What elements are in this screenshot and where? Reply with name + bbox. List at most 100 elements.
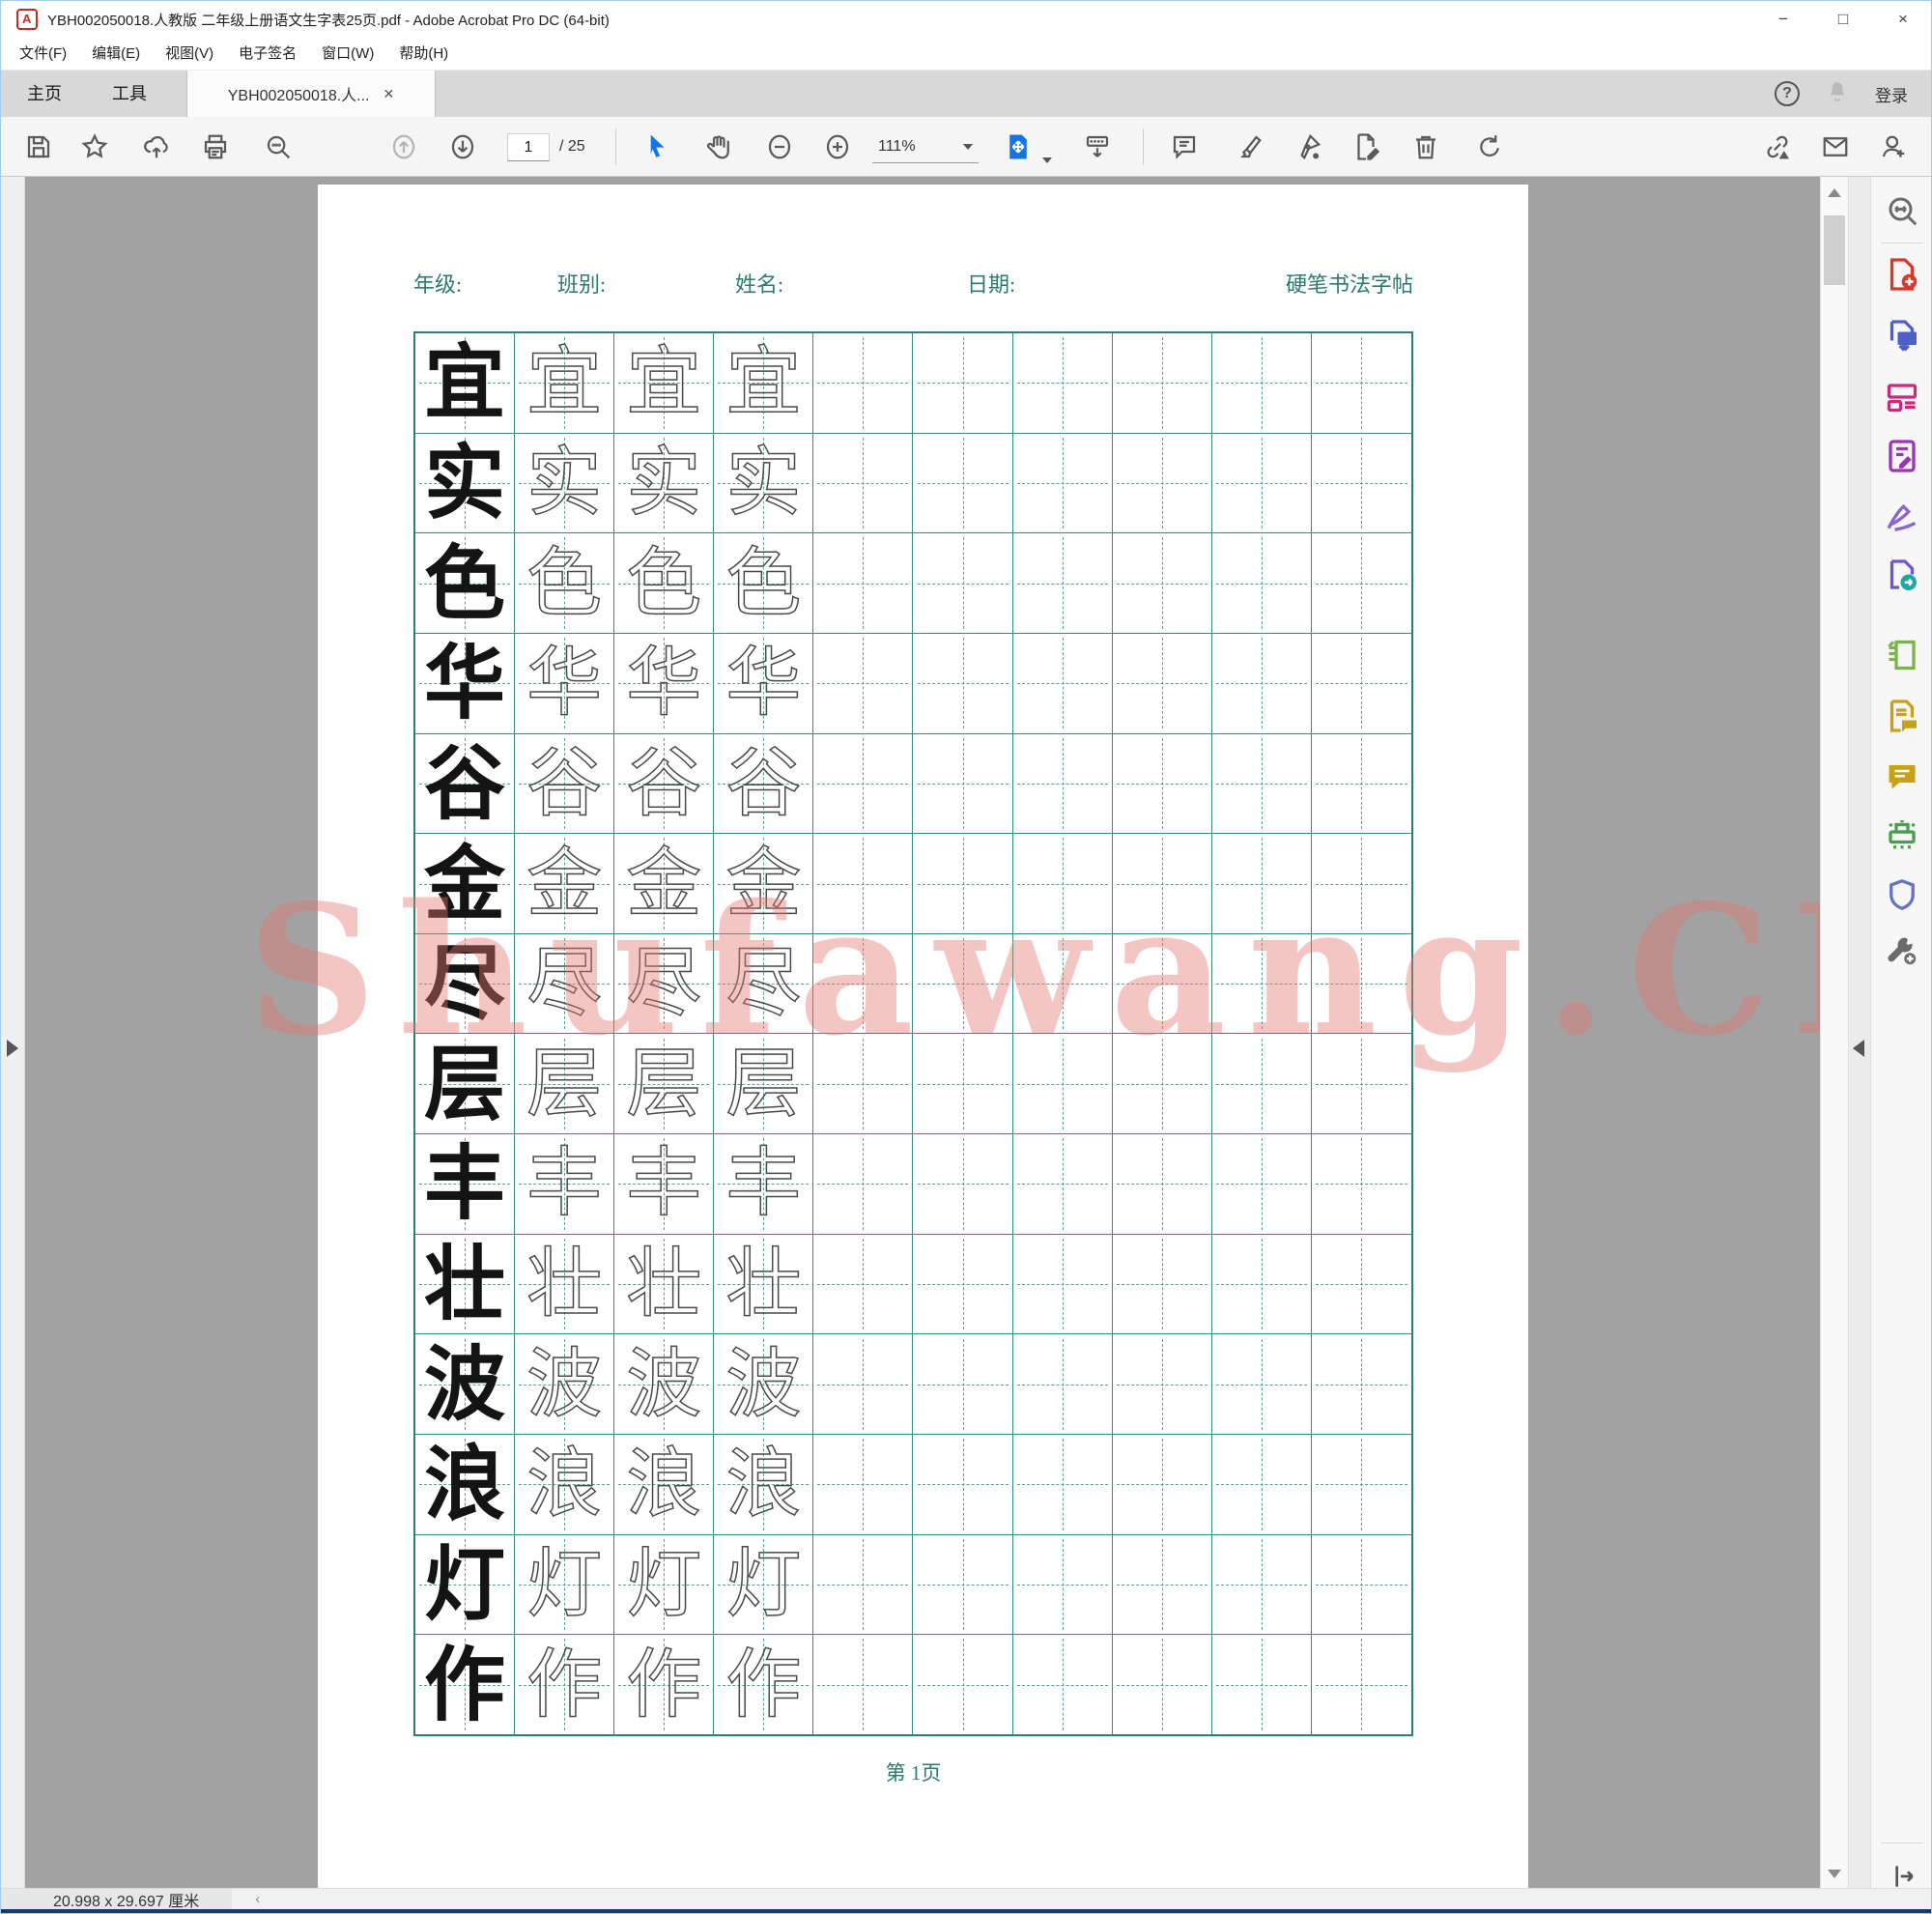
- page-number-input[interactable]: [507, 133, 550, 161]
- menu-item-1[interactable]: 编辑(E): [79, 38, 153, 71]
- menu-item-5[interactable]: 帮助(H): [386, 38, 461, 71]
- grid-cell: [1113, 834, 1212, 934]
- grid-cell: [1312, 1134, 1411, 1235]
- grid-cell: 尽: [614, 934, 714, 1035]
- open-right-panel-icon[interactable]: [1853, 1040, 1864, 1057]
- close-tab-icon[interactable]: ✕: [384, 86, 395, 102]
- scrollbar-thumb[interactable]: [1824, 215, 1845, 285]
- toolbar-menu-icon[interactable]: [1083, 132, 1112, 161]
- document-area: 年级: 班别: 姓名: 日期: 硬笔书法字帖 宜宜宜宜实实实实色色色色华华华华谷…: [1, 177, 1932, 1888]
- notifications-bell-icon[interactable]: [1825, 79, 1850, 109]
- trace-character: 作: [626, 1647, 701, 1723]
- grid-cell: 华: [614, 634, 714, 734]
- model-character: 作: [424, 1644, 505, 1726]
- trace-character: 壮: [526, 1246, 602, 1322]
- add-person-icon[interactable]: [1879, 132, 1908, 161]
- tab-home[interactable]: 主页: [9, 71, 80, 117]
- document-viewport: 年级: 班别: 姓名: 日期: 硬笔书法字帖 宜宜宜宜实实实实色色色色华华华华谷…: [25, 177, 1820, 1888]
- grid-cell: [1212, 1034, 1312, 1134]
- sidebar-tool-search-tool-icon[interactable]: [1885, 193, 1919, 228]
- edit-page-icon[interactable]: [1351, 132, 1380, 161]
- grid-cell: 色: [515, 533, 614, 634]
- zoom-level-select[interactable]: 111%: [872, 130, 979, 163]
- menu-item-4[interactable]: 窗口(W): [309, 38, 386, 71]
- scroll-down-icon[interactable]: [1828, 1870, 1841, 1878]
- grid-cell: [1113, 934, 1212, 1035]
- sidebar-tool-print-production-icon[interactable]: [1885, 817, 1919, 852]
- grid-cell: 浪: [614, 1435, 714, 1535]
- print-icon[interactable]: [201, 132, 230, 161]
- sidebar-tool-scan-ocr-icon[interactable]: [1885, 638, 1919, 672]
- select-cursor-icon[interactable]: [642, 132, 671, 161]
- sidebar-tool-request-signatures-icon[interactable]: [1885, 699, 1919, 733]
- sidebar-tool-comments-icon[interactable]: [1885, 759, 1919, 794]
- grid-cell: 壮: [614, 1235, 714, 1335]
- zoom-out-icon[interactable]: [765, 132, 794, 161]
- email-icon[interactable]: [1821, 132, 1850, 161]
- menu-item-0[interactable]: 文件(F): [7, 38, 79, 71]
- search-zoom-icon[interactable]: [264, 132, 293, 161]
- sidebar-tool-more-tools-icon[interactable]: [1885, 933, 1919, 968]
- grid-cell: [1312, 1334, 1411, 1435]
- page-up-icon[interactable]: [389, 132, 418, 161]
- sign-in-button[interactable]: 登录: [1875, 82, 1908, 106]
- hand-tool-icon[interactable]: [704, 132, 733, 161]
- grid-cell: [1113, 1034, 1212, 1134]
- sidebar-tool-organize-pages-icon[interactable]: [1885, 380, 1919, 414]
- sidebar-tool-share-pdf-icon[interactable]: [1885, 558, 1919, 593]
- trace-character: 灯: [626, 1547, 701, 1622]
- grid-cell: 壮: [714, 1235, 813, 1335]
- open-left-panel-icon[interactable]: [7, 1040, 18, 1057]
- grid-cell: [1212, 1134, 1312, 1235]
- fit-page-icon[interactable]: [1004, 132, 1033, 161]
- link-icon[interactable]: [1763, 132, 1792, 161]
- model-character: 丰: [424, 1143, 505, 1224]
- trace-character: 谷: [526, 746, 602, 821]
- save-icon[interactable]: [24, 132, 53, 161]
- grid-cell: 金: [415, 834, 515, 934]
- grid-cell: 波: [614, 1334, 714, 1435]
- scroll-up-icon[interactable]: [1828, 188, 1841, 197]
- trace-character: 尽: [725, 946, 801, 1021]
- trace-character: 金: [626, 846, 701, 922]
- sign-pen-icon[interactable]: [1293, 132, 1322, 161]
- close-button[interactable]: ×: [1873, 1, 1932, 38]
- help-icon[interactable]: ?: [1775, 81, 1800, 106]
- sidebar-tool-protect-icon[interactable]: [1885, 877, 1919, 912]
- trace-character: 作: [725, 1647, 801, 1723]
- menu-item-2[interactable]: 视图(V): [153, 38, 226, 71]
- menu-item-3[interactable]: 电子签名: [226, 38, 309, 71]
- grid-cell: [813, 333, 913, 434]
- document-tab[interactable]: YBH002050018.人... ✕: [186, 71, 436, 117]
- trace-character: 色: [526, 546, 602, 621]
- grid-cell: 尽: [515, 934, 614, 1035]
- pdf-page[interactable]: 年级: 班别: 姓名: 日期: 硬笔书法字帖 宜宜宜宜实实实实色色色色华华华华谷…: [318, 185, 1528, 1888]
- cloud-upload-icon[interactable]: [142, 132, 171, 161]
- grid-cell: 丰: [415, 1134, 515, 1235]
- trace-character: 尽: [526, 946, 602, 1021]
- rotate-icon[interactable]: [1475, 132, 1504, 161]
- tab-tools[interactable]: 工具: [94, 71, 165, 117]
- status-back-icon[interactable]: ‹: [255, 1891, 260, 1907]
- comment-icon[interactable]: [1170, 132, 1199, 161]
- fit-page-chevron-icon[interactable]: [1042, 157, 1052, 163]
- star-icon[interactable]: [80, 132, 109, 161]
- acrobat-window: YBH002050018.人教版 二年级上册语文生字表25页.pdf - Ado…: [0, 0, 1932, 1914]
- grid-cell: [813, 533, 913, 634]
- zoom-in-icon[interactable]: [823, 132, 852, 161]
- trash-icon[interactable]: [1411, 132, 1440, 161]
- sidebar-tool-fill-and-sign-icon[interactable]: [1885, 499, 1919, 533]
- trace-character: 宜: [526, 345, 602, 420]
- sidebar-tool-create-pdf-icon[interactable]: [1885, 257, 1919, 292]
- vertical-scrollbar[interactable]: [1820, 177, 1848, 1888]
- page-down-icon[interactable]: [448, 132, 477, 161]
- minimize-button[interactable]: −: [1753, 1, 1813, 38]
- sidebar-tool-export-pdf-icon[interactable]: [1885, 319, 1919, 354]
- grid-cell: [913, 734, 1012, 835]
- acrobat-file-icon: [16, 9, 38, 30]
- maximize-button[interactable]: □: [1813, 1, 1873, 38]
- sidebar-tool-edit-pdf-icon[interactable]: [1885, 439, 1919, 473]
- highlighter-icon[interactable]: [1235, 132, 1264, 161]
- grid-cell: [1013, 1334, 1113, 1435]
- grid-cell: [1013, 1034, 1113, 1134]
